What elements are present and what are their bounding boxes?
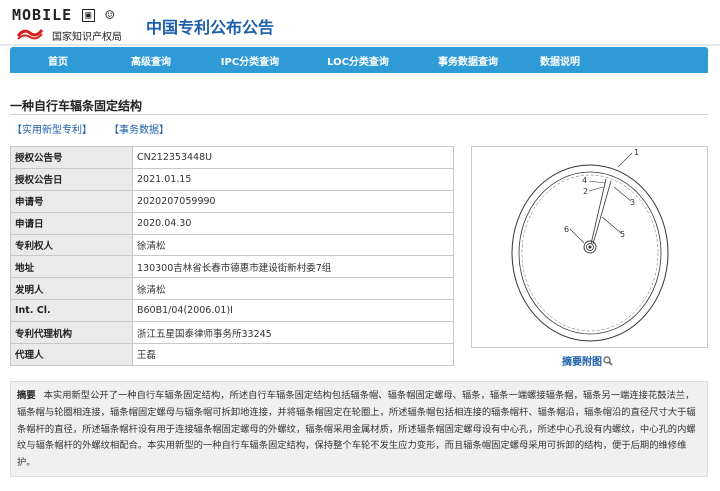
row-key: 代理人	[10, 343, 133, 366]
nav-home[interactable]: 首页	[10, 53, 106, 68]
page-title: 一种自行车辐条固定结构	[10, 99, 143, 113]
row-value: 王磊	[132, 343, 454, 366]
nav-data-description[interactable]: 数据说明	[524, 53, 596, 68]
table-row: 代理人 王磊	[10, 343, 454, 366]
cnipa-emblem-icon	[16, 29, 44, 40]
title-divider	[10, 114, 708, 115]
table-row: 申请日 2020.04.30	[10, 211, 454, 235]
site-header: MOBILE ▣ ☺ 国家知识产权局 中国专利公布公告	[0, 0, 720, 46]
abstract-text: 本实用新型公开了一种自行车辐条固定结构，所述自行车辐条固定结构包括辐条帽、辐条帽…	[17, 390, 696, 469]
row-key: 发明人	[10, 277, 133, 301]
row-value: 徐清松	[132, 233, 454, 257]
row-key: 授权公告号	[10, 146, 133, 169]
table-row: Int. Cl. B60B1/04(2006.01)I	[10, 299, 454, 323]
mobile-logo-text: MOBILE	[12, 6, 73, 24]
mobile-logo-badge-icon: ▣	[82, 9, 96, 22]
row-value: CN212353448U	[132, 146, 454, 169]
patent-info-table: 授权公告号 CN212353448U 授权公告日 2021.01.15 申请号 202…	[10, 146, 454, 366]
row-value: 2020.04.30	[132, 211, 454, 235]
row-key: 专利权人	[10, 233, 133, 257]
row-value: 130300吉林省长春市德惠市建设街新村委7组	[132, 255, 454, 279]
abstract-figure[interactable]: 1 2 3 4 5 6	[471, 146, 708, 348]
nav-ipc-search[interactable]: IPC分类查询	[196, 53, 304, 68]
row-key: Int. Cl.	[10, 299, 133, 323]
figure-label-2: 2	[583, 187, 588, 196]
table-row: 专利权人 徐清松	[10, 233, 454, 257]
table-row: 授权公告日 2021.01.15	[10, 167, 454, 191]
row-value: B60B1/04(2006.01)I	[132, 299, 454, 323]
row-key: 专利代理机构	[10, 321, 133, 345]
detail-tabs: 【实用新型专利】 【事务数据】	[12, 121, 191, 136]
site-title[interactable]: 中国专利公布公告	[146, 14, 274, 38]
abstract-label: 摘要	[17, 390, 36, 401]
abstract-panel: 摘要 本实用新型公开了一种自行车辐条固定结构，所述自行车辐条固定结构包括辐条帽、辐…	[10, 381, 708, 477]
header-divider	[0, 44, 720, 46]
nav-transaction-search[interactable]: 事务数据查询	[412, 53, 524, 68]
figure-label-3: 3	[630, 198, 635, 207]
table-row: 申请号 2020207059990	[10, 189, 454, 213]
magnifier-icon	[603, 356, 613, 366]
figure-label-1: 1	[634, 148, 639, 157]
row-value: 2020207059990	[132, 189, 454, 213]
nav-loc-search[interactable]: LOC分类查询	[304, 53, 412, 68]
tab-transaction-data[interactable]: 【事务数据】	[114, 125, 169, 136]
main-nav: 首页 高级查询 IPC分类查询 LOC分类查询 事务数据查询 数据说明	[10, 47, 708, 73]
wheel-drawing: 1 2 3 4 5 6	[511, 148, 669, 342]
row-key: 授权公告日	[10, 167, 133, 191]
tab-utility-model[interactable]: 【实用新型专利】	[12, 125, 92, 136]
agency-name: 国家知识产权局	[52, 32, 122, 43]
mobile-logo[interactable]: MOBILE ▣ ☺	[12, 6, 115, 24]
figure-label-5: 5	[620, 230, 625, 239]
row-key: 申请号	[10, 189, 133, 213]
figure-label-6: 6	[564, 225, 569, 234]
table-row: 地址 130300吉林省长春市德惠市建设街新村委7组	[10, 255, 454, 279]
row-value: 徐清松	[132, 277, 454, 301]
figure-label-4: 4	[582, 176, 587, 185]
figure-caption-text: 摘要附图	[562, 357, 602, 368]
row-key: 申请日	[10, 211, 133, 235]
row-value: 2021.01.15	[132, 167, 454, 191]
table-row: 专利代理机构 浙江五星国泰律师事务所33245	[10, 321, 454, 345]
row-value: 浙江五星国泰律师事务所33245	[132, 321, 454, 345]
table-row: 发明人 徐清松	[10, 277, 454, 301]
nav-advanced-search[interactable]: 高级查询	[106, 53, 196, 68]
table-row: 授权公告号 CN212353448U	[10, 146, 454, 169]
smiley-icon: ☺	[105, 6, 116, 24]
figure-caption-link[interactable]: 摘要附图	[562, 353, 613, 368]
row-key: 地址	[10, 255, 133, 279]
